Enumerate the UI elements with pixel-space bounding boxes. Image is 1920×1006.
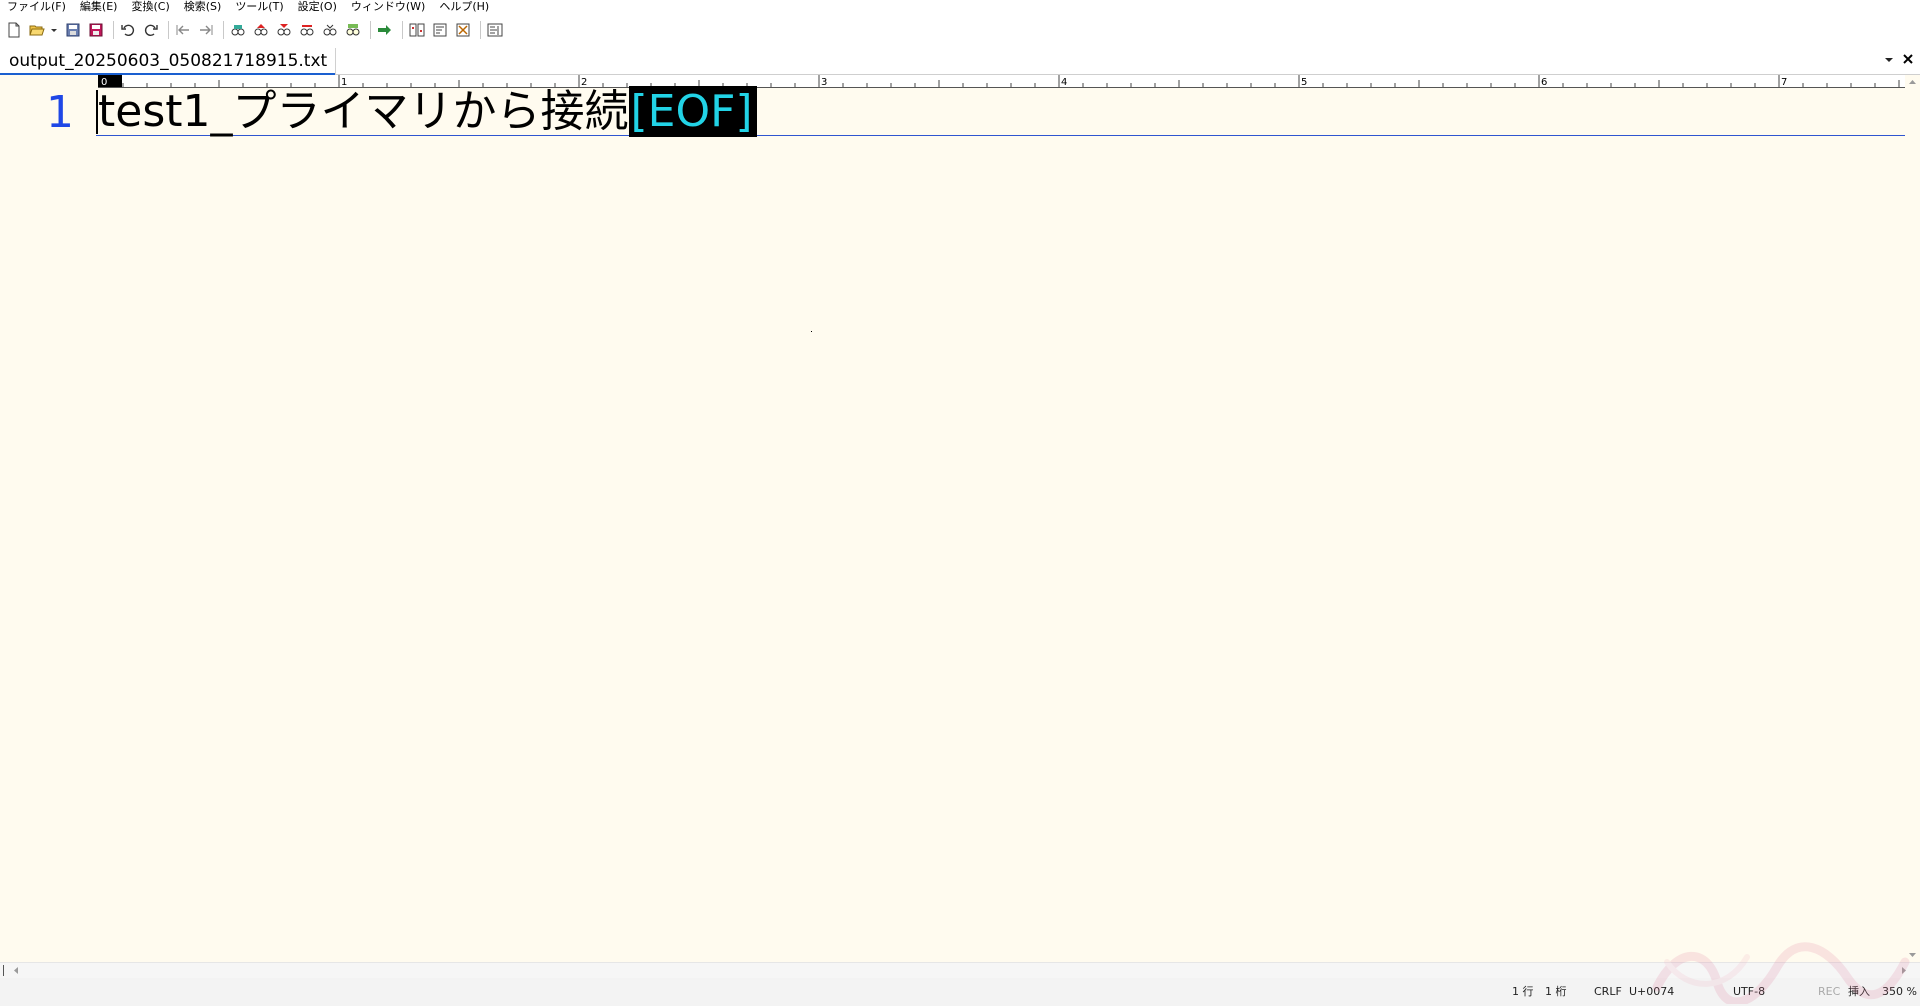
jump-back-icon[interactable]	[173, 20, 193, 40]
open-dropdown-icon[interactable]	[50, 20, 58, 40]
menu-settings[interactable]: 設定(O)	[291, 0, 344, 15]
ruler-label: 7	[1781, 77, 1787, 87]
save-all-icon[interactable]	[86, 20, 106, 40]
status-line-ending[interactable]: CRLF	[1594, 986, 1622, 998]
status-insert-mode[interactable]: 挿入	[1848, 986, 1870, 998]
menu-search[interactable]: 検索(S)	[177, 0, 229, 15]
open-file-icon[interactable]	[27, 20, 47, 40]
outline-icon[interactable]	[485, 20, 505, 40]
menu-file[interactable]: ファイル(F)	[0, 0, 73, 15]
menu-help[interactable]: ヘルプ(H)	[432, 0, 496, 15]
scroll-up-icon[interactable]	[1908, 78, 1917, 87]
compare-icon[interactable]	[407, 20, 427, 40]
new-file-icon[interactable]	[4, 20, 24, 40]
convert-icon[interactable]	[453, 20, 473, 40]
ruler-label: 5	[1301, 77, 1307, 87]
tab-bar: output_20250603_050821718915.txt	[0, 44, 1920, 75]
tab-list-dropdown-icon[interactable]	[1882, 53, 1896, 67]
grep-icon[interactable]	[320, 20, 340, 40]
stray-dot	[811, 331, 812, 332]
ruler-label: 6	[1541, 77, 1547, 87]
jump-forward-icon[interactable]	[196, 20, 216, 40]
find-icon[interactable]	[228, 20, 248, 40]
text-line[interactable]: test1_プライマリから接続[EOF]	[96, 86, 1905, 137]
ruler-label: 4	[1061, 77, 1067, 87]
toolbar	[0, 17, 1920, 43]
undo-icon[interactable]	[118, 20, 138, 40]
scroll-left-icon[interactable]	[12, 966, 21, 975]
close-tab-icon[interactable]	[1900, 51, 1916, 67]
toolbar-separator	[370, 21, 371, 39]
redo-icon[interactable]	[141, 20, 161, 40]
sort-icon[interactable]	[430, 20, 450, 40]
toolbar-separator	[168, 21, 169, 39]
scroll-right-icon[interactable]	[1899, 966, 1908, 975]
line-number: 1	[46, 87, 74, 138]
status-line[interactable]: 1 行	[1512, 986, 1534, 998]
find-previous-icon[interactable]	[251, 20, 271, 40]
toolbar-separator	[113, 21, 114, 39]
vertical-scrollbar[interactable]	[1905, 75, 1920, 962]
find-next-icon[interactable]	[274, 20, 294, 40]
toolbar-separator	[223, 21, 224, 39]
scroll-down-icon[interactable]	[1908, 950, 1917, 959]
text-editor-area[interactable]: 01234567 1 test1_プライマリから接続[EOF]	[0, 75, 1905, 962]
status-bar: 1 行 1 桁 CRLF U+0074 UTF-8 REC 挿入 350 %	[0, 942, 1920, 1006]
menu-bar: ファイル(F) 編集(E) 変換(C) 検索(S) ツール(T) 設定(O) ウ…	[0, 0, 1920, 15]
menu-convert[interactable]: 変換(C)	[124, 0, 176, 15]
save-icon[interactable]	[63, 20, 83, 40]
tag-jump-icon[interactable]	[375, 20, 395, 40]
menu-edit[interactable]: 編集(E)	[73, 0, 125, 15]
status-zoom[interactable]: 350 %	[1882, 986, 1917, 998]
status-column[interactable]: 1 桁	[1545, 986, 1567, 998]
toolbar-separator	[480, 21, 481, 39]
menu-tools[interactable]: ツール(T)	[228, 0, 290, 15]
status-codepoint[interactable]: U+0074	[1629, 986, 1674, 998]
line-content[interactable]: test1_プライマリから接続[EOF]	[98, 86, 757, 137]
replace-icon[interactable]	[297, 20, 317, 40]
grep-replace-icon[interactable]	[343, 20, 363, 40]
tab-file[interactable]: output_20250603_050821718915.txt	[0, 48, 337, 75]
status-encoding[interactable]: UTF-8	[1733, 986, 1765, 998]
eof-marker: [EOF]	[628, 86, 757, 137]
scroll-left-edge	[3, 965, 4, 976]
line-text: test1_プライマリから接続	[98, 86, 629, 137]
status-rec[interactable]: REC	[1818, 986, 1840, 998]
toolbar-separator	[402, 21, 403, 39]
horizontal-scrollbar[interactable]	[0, 962, 1920, 978]
menu-window[interactable]: ウィンドウ(W)	[344, 0, 432, 15]
ruler-label: 3	[821, 77, 827, 87]
editor-window: ファイル(F) 編集(E) 変換(C) 検索(S) ツール(T) 設定(O) ウ…	[0, 0, 1920, 1006]
